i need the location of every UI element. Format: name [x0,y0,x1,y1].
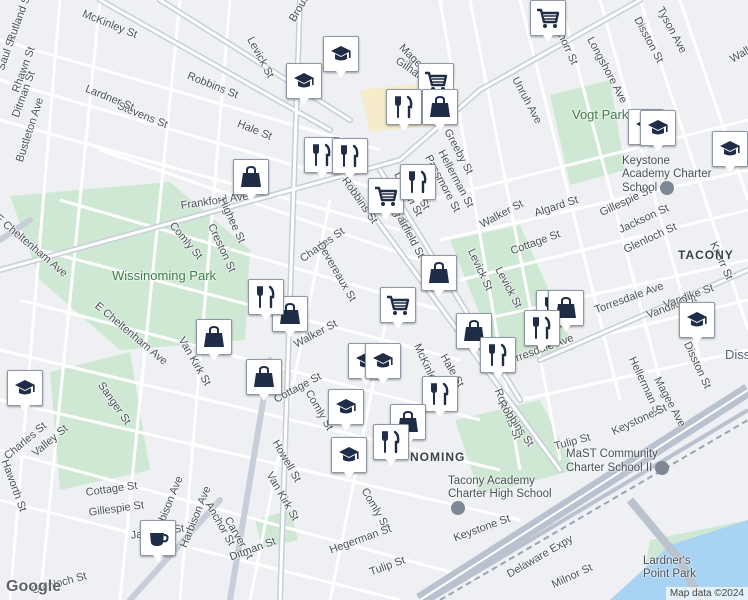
place-label: Wissinoming Park [112,268,217,283]
restaurant-marker[interactable] [373,424,409,466]
shopping-bag-icon [254,365,274,387]
school-marker[interactable] [328,389,364,431]
school-marker[interactable] [331,437,367,479]
school-marker[interactable] [286,63,322,105]
grocery-cart-icon [387,295,410,315]
place-label: Vogt Park [572,107,629,122]
poi-label[interactable]: MaST Community Charter School II [566,448,686,475]
cafe-marker[interactable] [140,520,176,562]
school-icon [720,141,740,156]
poi-label[interactable]: Keystone Academy Charter School [622,155,714,195]
shopping-bag-marker[interactable] [246,359,282,401]
map-attribution[interactable]: Map data ©2024 [665,587,748,600]
school-icon [339,447,359,462]
school-marker[interactable] [712,131,748,173]
restaurant-icon [395,95,413,119]
school-icon [294,73,314,88]
restaurant-marker[interactable] [248,279,284,321]
restaurant-marker[interactable] [400,164,436,206]
school-poi-icon [655,461,670,475]
school-icon [15,380,35,395]
school-marker[interactable] [679,302,715,344]
place-label: TACONY [678,248,734,262]
shopping-bag-icon [430,95,450,117]
shopping-bag-icon [429,261,449,283]
restaurant-icon [257,285,275,309]
school-icon [648,120,668,135]
shopping-bag-marker[interactable] [421,255,457,297]
restaurant-marker[interactable] [386,89,422,131]
shopping-bag-marker[interactable] [233,159,269,201]
cafe-icon [150,533,169,546]
google-logo[interactable]: Google [6,578,61,596]
restaurant-icon [409,170,427,194]
poi-label[interactable]: Tacony Academy Charter High School [448,475,560,515]
poi-name: MaST Community Charter School II [566,448,658,475]
school-icon [687,312,707,327]
restaurant-marker[interactable] [332,138,368,180]
grocery-cart-marker[interactable] [380,287,416,329]
grocery-cart-marker[interactable] [530,0,566,42]
shopping-bag-marker[interactable] [196,319,232,361]
shopping-bag-marker[interactable] [422,89,458,131]
school-icon [373,353,393,368]
grocery-cart-marker[interactable] [368,178,404,220]
restaurant-marker[interactable] [480,337,516,379]
school-poi-icon [451,501,465,515]
school-poi-icon [660,181,675,195]
school-marker[interactable] [365,343,401,385]
poi-label[interactable]: Lardner's Point Park [643,555,715,581]
place-label: NOMING [410,450,466,464]
school-marker[interactable] [7,370,43,412]
school-icon [331,46,351,61]
shopping-bag-icon [241,165,261,187]
map-canvas[interactable]: McKinley StLevick StRobbins StBrous AveM… [0,0,748,600]
place-label: Disst [725,347,748,362]
restaurant-icon [533,316,551,340]
restaurant-icon [489,343,507,367]
grocery-cart-icon [537,8,560,28]
grocery-cart-icon [375,186,398,206]
restaurant-icon [382,430,400,454]
school-marker[interactable] [323,36,359,78]
school-marker[interactable] [640,110,676,152]
school-icon [336,399,356,414]
poi-name: Lardner's Point Park [643,555,697,580]
restaurant-icon [341,144,359,168]
restaurant-marker[interactable] [422,376,458,418]
restaurant-icon [431,382,449,406]
restaurant-marker[interactable] [524,310,560,352]
shopping-bag-icon [204,325,224,347]
poi-name: Tacony Academy Charter High School [448,475,552,500]
